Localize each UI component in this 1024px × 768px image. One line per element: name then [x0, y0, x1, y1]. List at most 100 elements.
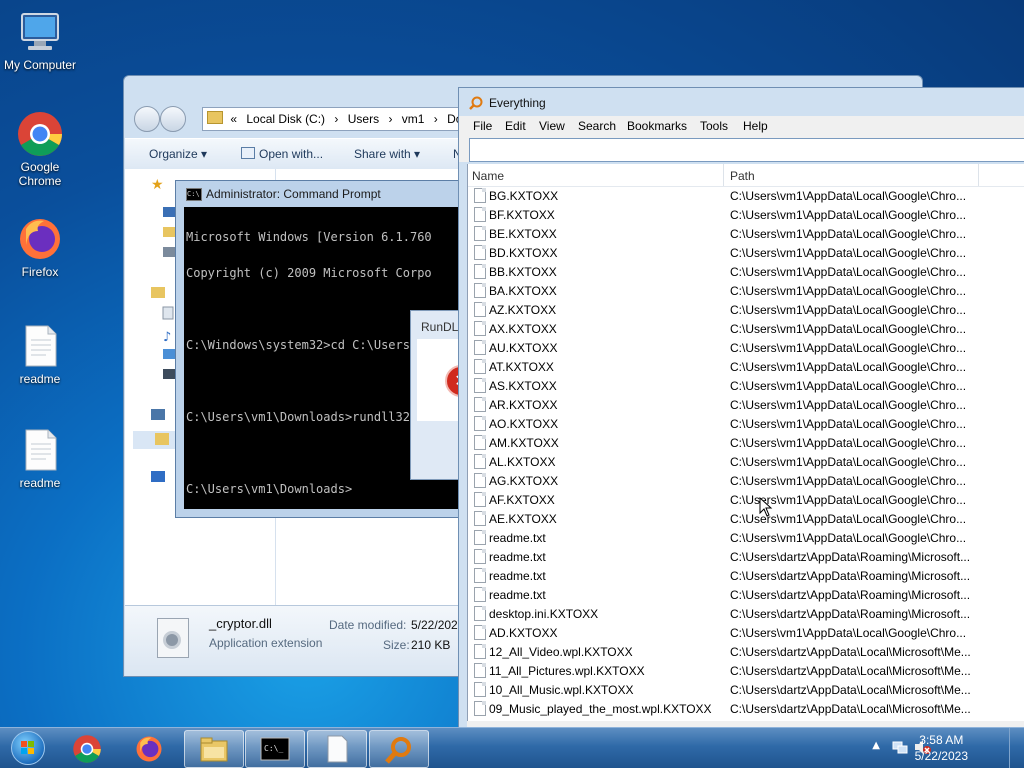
chrome-icon	[72, 734, 102, 763]
tray-overflow-icon[interactable]: ▲	[872, 740, 880, 751]
result-name: AS.KXTOXX	[489, 379, 557, 393]
menu-help[interactable]: Help	[743, 119, 768, 133]
column-name-header[interactable]: Name	[472, 169, 504, 183]
result-row[interactable]: BF.KXTOXX C:\Users\vm1\AppData\Local\Goog…	[468, 205, 1024, 224]
result-name: BF.KXTOXX	[489, 208, 555, 222]
result-row[interactable]: BD.KXTOXX C:\Users\vm1\AppData\Local\Goog…	[468, 243, 1024, 262]
result-row[interactable]: AX.KXTOXX C:\Users\vm1\AppData\Local\Goog…	[468, 319, 1024, 338]
file-icon	[474, 416, 486, 431]
result-row[interactable]: desktop.ini.KXTOXX C:\Users\dartz\AppData…	[468, 604, 1024, 623]
menu-tools[interactable]: Tools	[700, 119, 728, 133]
result-row[interactable]: BE.KXTOXX C:\Users\vm1\AppData\Local\Goog…	[468, 224, 1024, 243]
result-path: C:\Users\vm1\AppData\Local\Google\Chro..…	[730, 474, 967, 488]
result-name: AZ.KXTOXX	[489, 303, 557, 317]
result-row[interactable]: AT.KXTOXX C:\Users\vm1\AppData\Local\Goog…	[468, 357, 1024, 376]
result-path: C:\Users\vm1\AppData\Local\Google\Chro..…	[730, 227, 967, 241]
result-name: BB.KXTOXX	[489, 265, 557, 279]
start-button[interactable]	[6, 728, 48, 768]
taskbar-explorer[interactable]	[184, 730, 244, 768]
result-row[interactable]: AU.KXTOXX C:\Users\vm1\AppData\Local\Goog…	[468, 338, 1024, 357]
result-row[interactable]: 11_All_Pictures.wpl.KXTOXX C:\Users\dartz…	[468, 661, 1024, 680]
result-path: C:\Users\vm1\AppData\Local\Google\Chro..…	[730, 626, 967, 640]
results-list[interactable]: Name Path BG.KXTOXX C:\Users\vm1\AppData\…	[467, 164, 1024, 729]
taskbar-firefox[interactable]	[120, 730, 178, 766]
result-name: readme.txt	[489, 569, 546, 583]
result-row[interactable]: readme.txt C:\Users\dartz\AppData\Roaming…	[468, 566, 1024, 585]
menu-edit[interactable]: Edit	[505, 119, 526, 133]
column-separator[interactable]	[978, 164, 979, 186]
svg-text:C:\_: C:\_	[264, 744, 283, 753]
column-separator[interactable]	[723, 164, 724, 186]
result-row[interactable]: AD.KXTOXX C:\Users\vm1\AppData\Local\Goog…	[468, 623, 1024, 642]
breadcrumb-local-disk[interactable]: Local Disk (C:)	[246, 112, 325, 126]
result-row[interactable]: BB.KXTOXX C:\Users\vm1\AppData\Local\Goog…	[468, 262, 1024, 281]
desktop-icon-label: Google Chrome	[18, 160, 62, 188]
menu-search[interactable]: Search	[578, 119, 616, 133]
taskbar: C:\_ ▲ 3:58 AM 5/22/2023	[0, 727, 1024, 768]
back-button[interactable]	[134, 106, 160, 132]
result-path: C:\Users\dartz\AppData\Roaming\Microsoft…	[730, 550, 971, 564]
show-desktop-button[interactable]	[1009, 728, 1024, 768]
text-file-icon	[16, 426, 64, 474]
breadcrumb-vm1[interactable]: vm1	[402, 112, 425, 126]
desktop-icon-readme-2[interactable]: readme	[0, 426, 80, 490]
system-clock[interactable]: 3:58 AM 5/22/2023	[915, 732, 968, 764]
console-line: Copyright (c) 2009 Microsoft Corpo	[186, 266, 432, 280]
result-row[interactable]: AL.KXTOXX C:\Users\vm1\AppData\Local\Goog…	[468, 452, 1024, 471]
result-path: C:\Users\vm1\AppData\Local\Google\Chro..…	[730, 398, 967, 412]
breadcrumb-overflow[interactable]: «	[230, 112, 237, 126]
result-name: BD.KXTOXX	[489, 246, 558, 260]
result-row[interactable]: AO.KXTOXX C:\Users\vm1\AppData\Local\Goog…	[468, 414, 1024, 433]
result-row[interactable]: AG.KXTOXX C:\Users\vm1\AppData\Local\Goog…	[468, 471, 1024, 490]
result-path: C:\Users\dartz\AppData\Local\Microsoft\M…	[730, 664, 971, 678]
result-row[interactable]: AR.KXTOXX C:\Users\vm1\AppData\Local\Goog…	[468, 395, 1024, 414]
result-row[interactable]: AM.KXTOXX C:\Users\vm1\AppData\Local\Goog…	[468, 433, 1024, 452]
result-name: AL.KXTOXX	[489, 455, 556, 469]
file-icon	[474, 226, 486, 241]
result-row[interactable]: AZ.KXTOXX C:\Users\vm1\AppData\Local\Goog…	[468, 300, 1024, 319]
result-row[interactable]: BA.KXTOXX C:\Users\vm1\AppData\Local\Goog…	[468, 281, 1024, 300]
everything-window[interactable]: Everything File Edit View Search Bookmar…	[458, 87, 1024, 730]
open-with-button[interactable]: Open with...	[241, 147, 323, 161]
network-icon[interactable]	[892, 739, 908, 755]
menu-bookmarks[interactable]: Bookmarks	[627, 119, 687, 133]
file-icon	[474, 701, 486, 716]
desktop-icon-my-computer[interactable]: My Computer	[0, 8, 80, 72]
column-path-header[interactable]: Path	[730, 169, 755, 183]
taskbar-everything[interactable]	[369, 730, 429, 768]
result-row[interactable]: 10_All_Music.wpl.KXTOXX C:\Users\dartz\Ap…	[468, 680, 1024, 699]
breadcrumb-users[interactable]: Users	[348, 112, 379, 126]
result-row[interactable]: readme.txt C:\Users\vm1\AppData\Local\Goo…	[468, 528, 1024, 547]
result-row[interactable]: 09_Music_played_the_most.wpl.KXTOXX C:\Us…	[468, 699, 1024, 718]
result-name: BG.KXTOXX	[489, 189, 559, 203]
taskbar-chrome[interactable]	[58, 730, 116, 766]
result-row[interactable]: AF.KXTOXX C:\Users\vm1\AppData\Local\Goog…	[468, 490, 1024, 509]
result-row[interactable]: readme.txt C:\Users\dartz\AppData\Roaming…	[468, 585, 1024, 604]
result-row[interactable]: AE.KXTOXX C:\Users\vm1\AppData\Local\Goog…	[468, 509, 1024, 528]
file-icon	[474, 473, 486, 488]
result-row[interactable]: BG.KXTOXX C:\Users\vm1\AppData\Local\Goog…	[468, 186, 1024, 205]
result-path: C:\Users\vm1\AppData\Local\Google\Chro..…	[730, 531, 967, 545]
result-name: desktop.ini.KXTOXX	[489, 607, 599, 621]
desktop-icon-google-chrome[interactable]: Google Chrome	[0, 110, 80, 188]
desktop-icon-readme-1[interactable]: readme	[0, 322, 80, 386]
file-icon	[474, 511, 486, 526]
detail-date-label: Date modified:	[329, 618, 407, 632]
result-name: AX.KXTOXX	[489, 322, 557, 336]
file-icon	[474, 435, 486, 450]
menu-file[interactable]: File	[473, 119, 492, 133]
result-row[interactable]: readme.txt C:\Users\dartz\AppData\Roaming…	[468, 547, 1024, 566]
taskbar-command-prompt[interactable]: C:\_	[245, 730, 305, 768]
forward-button[interactable]	[160, 106, 186, 132]
menu-view[interactable]: View	[539, 119, 565, 133]
file-icon	[474, 644, 486, 659]
taskbar-notepad[interactable]	[307, 730, 367, 768]
search-input[interactable]	[469, 138, 1024, 162]
organize-button[interactable]: Organize ▾	[149, 147, 207, 161]
file-icon	[474, 549, 486, 564]
result-row[interactable]: 12_All_Video.wpl.KXTOXX C:\Users\dartz\Ap…	[468, 642, 1024, 661]
breadcrumb-sep-icon: ›	[388, 112, 393, 126]
desktop-icon-firefox[interactable]: Firefox	[0, 215, 80, 279]
share-with-button[interactable]: Share with ▾	[354, 147, 420, 161]
result-row[interactable]: AS.KXTOXX C:\Users\vm1\AppData\Local\Goog…	[468, 376, 1024, 395]
